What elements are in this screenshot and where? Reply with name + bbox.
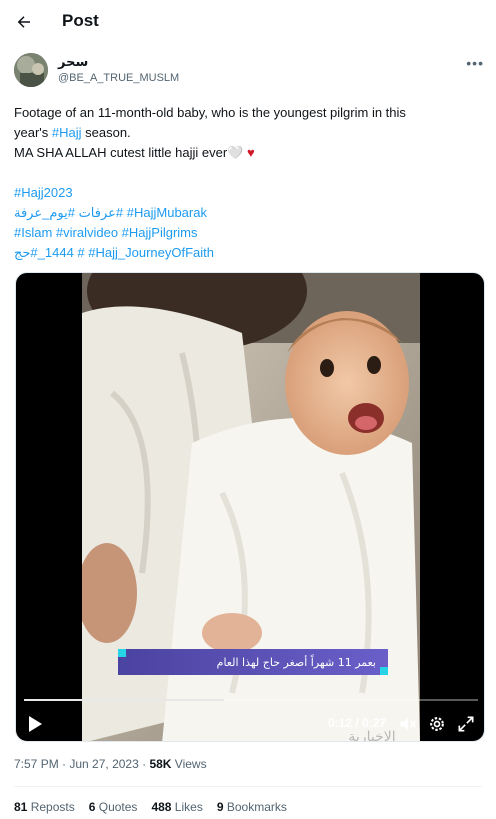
- reposts-stat[interactable]: 81 Reposts: [14, 800, 75, 814]
- hashtag-link[interactable]: #Hajj: [52, 125, 82, 140]
- hashtag-link[interactable]: ‏1444_#حج # #Hajj_JourneyOfFaith: [14, 243, 480, 263]
- page-title: Post: [62, 11, 99, 30]
- post-time[interactable]: 7:57 PM: [14, 757, 59, 771]
- play-icon: [29, 716, 42, 732]
- tweet-text: Footage of an 11-month-old baby, who is …: [14, 103, 480, 263]
- white-heart-emoji: 🤍: [227, 145, 244, 160]
- play-button[interactable]: [27, 715, 43, 733]
- volume-icon: [400, 718, 417, 730]
- author-row: سحر @BE_A_TRUE_MUSLM •••: [14, 53, 484, 91]
- likes-label: Likes: [171, 800, 203, 814]
- page-header: Post: [0, 0, 496, 44]
- video-caption-text: بعمر 11 شهراً أصغر حاج لهذا العام: [216, 655, 376, 669]
- reposts-label: Reposts: [27, 800, 75, 814]
- back-arrow-icon: [17, 16, 30, 28]
- settings-button[interactable]: [427, 714, 447, 734]
- quotes-label: Quotes: [95, 800, 138, 814]
- red-heart-emoji: ♥: [246, 145, 255, 160]
- avatar[interactable]: [14, 53, 48, 87]
- video-progress-fill: [24, 699, 224, 701]
- more-icon: •••: [466, 55, 484, 71]
- bookmarks-stat[interactable]: 9 Bookmarks: [217, 800, 287, 814]
- video-player[interactable]: الإخبارية بعمر 11 شهراً أصغر حاج لهذا ال…: [15, 272, 485, 742]
- more-button[interactable]: •••: [466, 55, 484, 71]
- volume-button[interactable]: [398, 714, 418, 734]
- tweet-text-fragment: MA SHA ALLAH cutest little hajji ever: [14, 145, 228, 160]
- fullscreen-icon: [458, 716, 474, 732]
- post-meta: 7:57 PM · Jun 27, 2023 · 58K Views: [14, 757, 207, 771]
- tweet-text-fragment: season.: [81, 125, 131, 140]
- settings-icon: [430, 717, 444, 731]
- quotes-stat[interactable]: 6 Quotes: [89, 800, 138, 814]
- fullscreen-button[interactable]: [456, 714, 476, 734]
- video-caption: بعمر 11 شهراً أصغر حاج لهذا العام: [118, 649, 388, 675]
- tweet-line: year's #Hajj season.: [14, 123, 480, 143]
- hashtag-link[interactable]: ‏#عرفات #يوم_عرفة #HajjMubarak: [14, 203, 480, 223]
- display-name[interactable]: سحر: [58, 55, 88, 70]
- post-date[interactable]: Jun 27, 2023: [69, 757, 138, 771]
- views-count: 58K: [149, 757, 172, 771]
- video-watermark: الإخبارية: [348, 729, 395, 742]
- bookmarks-label: Bookmarks: [223, 800, 287, 814]
- meta-separator: ·: [58, 757, 70, 771]
- video-time: 0:12 / 0:27: [328, 716, 387, 730]
- hashtag-link[interactable]: #Islam #viralvideo #HajjPilgrims: [14, 223, 480, 243]
- user-handle[interactable]: @BE_A_TRUE_MUSLM: [58, 72, 179, 84]
- divider: [14, 786, 482, 787]
- post-stats: 81 Reposts 6 Quotes 488 Likes 9 Bookmark…: [14, 800, 287, 814]
- views-label: Views: [171, 757, 207, 771]
- tweet-line: Footage of an 11-month-old baby, who is …: [14, 105, 406, 120]
- reposts-count: 81: [14, 800, 28, 814]
- tweet-line: MA SHA ALLAH cutest little hajji ever🤍 ♥: [14, 143, 480, 163]
- hashtag-link[interactable]: #Hajj2023: [14, 183, 480, 203]
- likes-count: 488: [151, 800, 172, 814]
- bookmarks-count: 9: [216, 800, 224, 814]
- video-progress-bar[interactable]: [24, 699, 478, 701]
- back-button[interactable]: [12, 10, 36, 34]
- meta-separator: ·: [138, 757, 150, 771]
- likes-stat[interactable]: 488 Likes: [151, 800, 202, 814]
- tweet-text-fragment: year's: [14, 125, 52, 140]
